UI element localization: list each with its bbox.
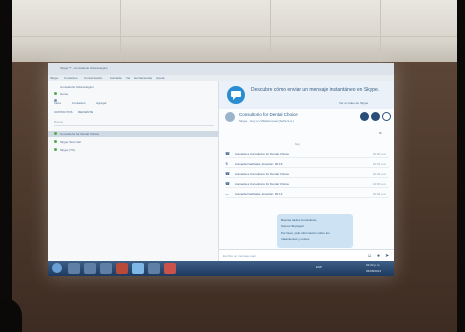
conversation-title[interactable]: Consultorio for Dental Choice	[239, 112, 298, 117]
list-item: ↯ Llamada finalizada, duración: 00:16 10…	[225, 161, 389, 168]
video-call-button[interactable]	[360, 112, 369, 121]
emoticon-icon[interactable]: ☺	[367, 253, 372, 259]
menu-contactos[interactable]: Contactos	[64, 76, 78, 80]
contact-status-icon	[54, 140, 57, 143]
log-time: 10:04 a.m.	[372, 192, 387, 196]
log-text: Llamada a Consultorio for Dental Choice	[235, 152, 290, 156]
message-line: tratamientos y costos	[281, 237, 310, 241]
sidebar: Consultorio Odontologico Home Inicio Con…	[48, 81, 219, 261]
app-icon[interactable]	[116, 263, 128, 274]
log-time: 10:00 a.m.	[372, 152, 387, 156]
action-contactos[interactable]: Contactos	[72, 101, 86, 105]
chat-bubble-icon	[227, 86, 245, 104]
menu-skype[interactable]: Skype	[50, 76, 58, 80]
start-button[interactable]	[52, 263, 62, 273]
projected-screen: Skype™ - Consultorio Odontologico Skype …	[48, 63, 394, 276]
banner-video-link[interactable]: Ver el vídeo de Skype	[339, 101, 368, 105]
phone-icon: ☎	[225, 181, 230, 186]
tab-contactos[interactable]: CONTACTOS	[54, 110, 73, 114]
log-text: Llamada a Consultorio for Dental Choice	[235, 172, 290, 176]
photo-border-left	[0, 0, 12, 332]
clock[interactable]: 02:34 p.m.	[366, 263, 380, 267]
date-divider: hoy	[295, 142, 300, 146]
list-item: ☎ Llamada a Consultorio for Dental Choic…	[225, 171, 389, 178]
compose-placeholder: Escribe un mensaje aquí	[223, 254, 257, 258]
call-button[interactable]	[371, 112, 380, 121]
contact-item[interactable]: Skype (TS)	[48, 147, 218, 153]
photo-border-right	[457, 0, 465, 332]
contact-item[interactable]: Skype Test Call	[48, 139, 218, 145]
window-taskbar-icon[interactable]	[148, 263, 160, 274]
menu-conversacion[interactable]: Conversación	[84, 76, 102, 80]
contact-status-icon	[54, 132, 57, 135]
tab-reciente[interactable]: RECIENTE	[78, 110, 93, 114]
message-line: Por favor, pido información sobre los	[281, 231, 330, 235]
message-line: Buenas tardes Consultorio,	[281, 218, 318, 222]
pdf-taskbar-icon[interactable]	[164, 263, 176, 274]
explorer-icon[interactable]	[84, 263, 96, 274]
menu-herramientas[interactable]: Herramientas	[134, 76, 152, 80]
menu-ver[interactable]: Ver	[126, 76, 131, 80]
message-bubble: Buenas tardes Consultorio, Somos SkyAgen…	[277, 214, 353, 248]
add-button[interactable]	[382, 112, 391, 121]
missed-call-icon: ↯	[225, 161, 229, 166]
hangup-icon: —	[225, 191, 229, 196]
window-title: Skype™ - Consultorio Odontologico	[60, 66, 108, 70]
window-titlebar: Skype™ - Consultorio Odontologico	[48, 63, 394, 75]
action-agregar[interactable]: Agregar	[96, 101, 107, 105]
settings-icon[interactable]: ⚙	[379, 131, 382, 135]
search-placeholder: Buscar	[54, 120, 64, 124]
log-time: 10:01 a.m.	[372, 162, 387, 166]
search-input[interactable]: Buscar	[54, 120, 214, 126]
contact-name: Skype (TS)	[60, 148, 76, 152]
phone-icon: ☎	[225, 171, 230, 176]
log-time: 10:03 a.m.	[372, 182, 387, 186]
profile-name: Consultorio Odontologico	[60, 85, 94, 89]
phone-icon: ☎	[225, 151, 230, 156]
list-item: — Llamada finalizada, duración: 00:12 10…	[225, 191, 389, 198]
list-item: ☎ Llamada a Consultorio for Dental Choic…	[225, 181, 389, 188]
menu-ayuda[interactable]: Ayuda	[156, 76, 164, 80]
contact-name: Skype Test Call	[60, 140, 81, 144]
conversation-subtitle: Skype · Hoy en Villahermosa (Sofía S.A.)	[239, 119, 294, 123]
log-time: 10:02 a.m.	[372, 172, 387, 176]
taskbar: ESP 02:34 p.m. 05/08/2014	[48, 261, 394, 276]
conversation-pane: Descubre cómo enviar un mensaje instantá…	[219, 81, 394, 262]
profile-status-row[interactable]: Home	[54, 92, 68, 103]
list-item: ☎ Llamada a Consultorio for Dental Choic…	[225, 151, 389, 158]
log-text: Llamada finalizada, duración: 00:12	[235, 192, 283, 196]
language-indicator[interactable]: ESP	[316, 265, 322, 269]
ceiling	[0, 0, 465, 70]
ie-icon[interactable]	[68, 263, 80, 274]
log-text: Llamada finalizada, duración: 00:16	[235, 162, 283, 166]
log-text: Llamada a Consultorio for Dental Choice	[235, 182, 290, 186]
send-icon[interactable]: ➤	[385, 253, 389, 259]
contact-name: Consultorio for Dental Choice	[60, 132, 100, 136]
profile-row[interactable]: Consultorio Odontologico	[54, 85, 94, 96]
attach-icon[interactable]: ●	[377, 253, 380, 259]
message-line: Somos SkyAgent	[281, 224, 305, 228]
skype-taskbar-icon[interactable]	[132, 263, 144, 274]
banner-text: Descubre cómo enviar un mensaje instantá…	[251, 87, 380, 93]
date[interactable]: 05/08/2014	[366, 269, 381, 273]
contact-status-icon	[54, 148, 57, 151]
profile-status: Home	[60, 92, 69, 96]
action-inicio[interactable]: Inicio	[54, 101, 61, 105]
contact-item[interactable]: Consultorio for Dental Choice	[48, 131, 218, 137]
avatar[interactable]	[225, 112, 235, 122]
menu-llamada[interactable]: Llamada	[110, 76, 122, 80]
tip-banner: Descubre cómo enviar un mensaje instantá…	[219, 81, 394, 109]
media-icon[interactable]	[100, 263, 112, 274]
